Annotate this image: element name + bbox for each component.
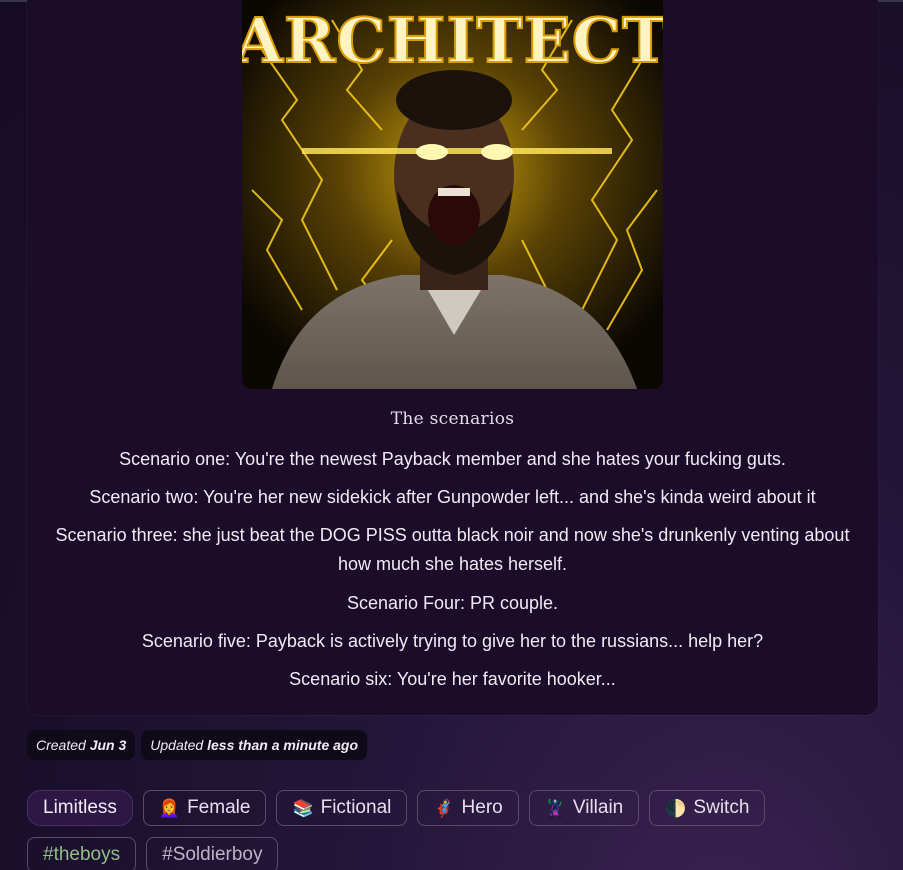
created-label: Created xyxy=(36,737,86,753)
tag-label: Hero xyxy=(461,797,503,818)
metadata-row: Created Jun 3 Updated less than a minute… xyxy=(27,730,368,760)
updated-value: less than a minute ago xyxy=(207,737,359,753)
scenario-text: Scenario one: You're the newest Payback … xyxy=(119,449,786,469)
superhero-emoji-icon: 🦸 xyxy=(433,798,455,818)
tag-soldierboy[interactable]: #Soldierboy xyxy=(146,837,279,870)
tag-female[interactable]: 👩‍🦰 Female xyxy=(142,790,267,826)
character-description-card: ARCHITECT The scenarios Scenario one: Yo… xyxy=(27,0,878,715)
tag-label: Switch xyxy=(693,797,750,818)
tag-villain[interactable]: 🦹 Villain xyxy=(528,790,640,826)
scenario-text: Scenario five: Payback is actively tryin… xyxy=(141,631,764,651)
books-emoji-icon: 📚 xyxy=(292,798,314,818)
created-date-badge: Created Jun 3 xyxy=(27,730,136,760)
scenario-text: Scenario three: she just beat the DOG PI… xyxy=(55,525,850,574)
scenario-text: Scenario six: You're her favorite hooker… xyxy=(289,669,616,689)
updated-date-badge: Updated less than a minute ago xyxy=(141,730,368,760)
half-moon-emoji-icon: 🌓 xyxy=(665,798,687,818)
updated-label: Updated xyxy=(150,737,204,753)
tag-label: Fictional xyxy=(320,797,392,818)
supervillain-emoji-icon: 🦹 xyxy=(544,798,566,818)
character-image[interactable]: ARCHITECT xyxy=(242,0,663,389)
tag-label: Limitless xyxy=(43,797,117,818)
scenario-text: Scenario two: You're her new sidekick af… xyxy=(89,487,816,507)
created-value: Jun 3 xyxy=(89,737,127,753)
tag-hero[interactable]: 🦸 Hero xyxy=(417,790,519,826)
tag-row: Limitless 👩‍🦰 Female 📚 Fictional 🦸 Hero … xyxy=(27,790,887,826)
female-emoji-icon: 👩‍🦰 xyxy=(158,798,181,818)
tag-fictional[interactable]: 📚 Fictional xyxy=(276,790,408,826)
tag-limitless[interactable]: Limitless xyxy=(27,790,133,826)
tag-label: #theboys xyxy=(43,844,121,865)
tag-label: Villain xyxy=(572,797,624,818)
tag-switch[interactable]: 🌓 Switch xyxy=(649,790,766,826)
scenarios-heading: The scenarios xyxy=(390,409,515,429)
tag-row: #theboys #Soldierboy xyxy=(27,837,887,870)
tag-label: Female xyxy=(187,797,251,818)
image-title-text: ARCHITECT xyxy=(242,4,663,77)
tag-label: #Soldierboy xyxy=(162,844,263,865)
tag-list: Limitless 👩‍🦰 Female 📚 Fictional 🦸 Hero … xyxy=(27,790,887,870)
scenario-text: Scenario Four: PR couple. xyxy=(346,593,559,613)
tag-theboys[interactable]: #theboys xyxy=(27,837,137,870)
